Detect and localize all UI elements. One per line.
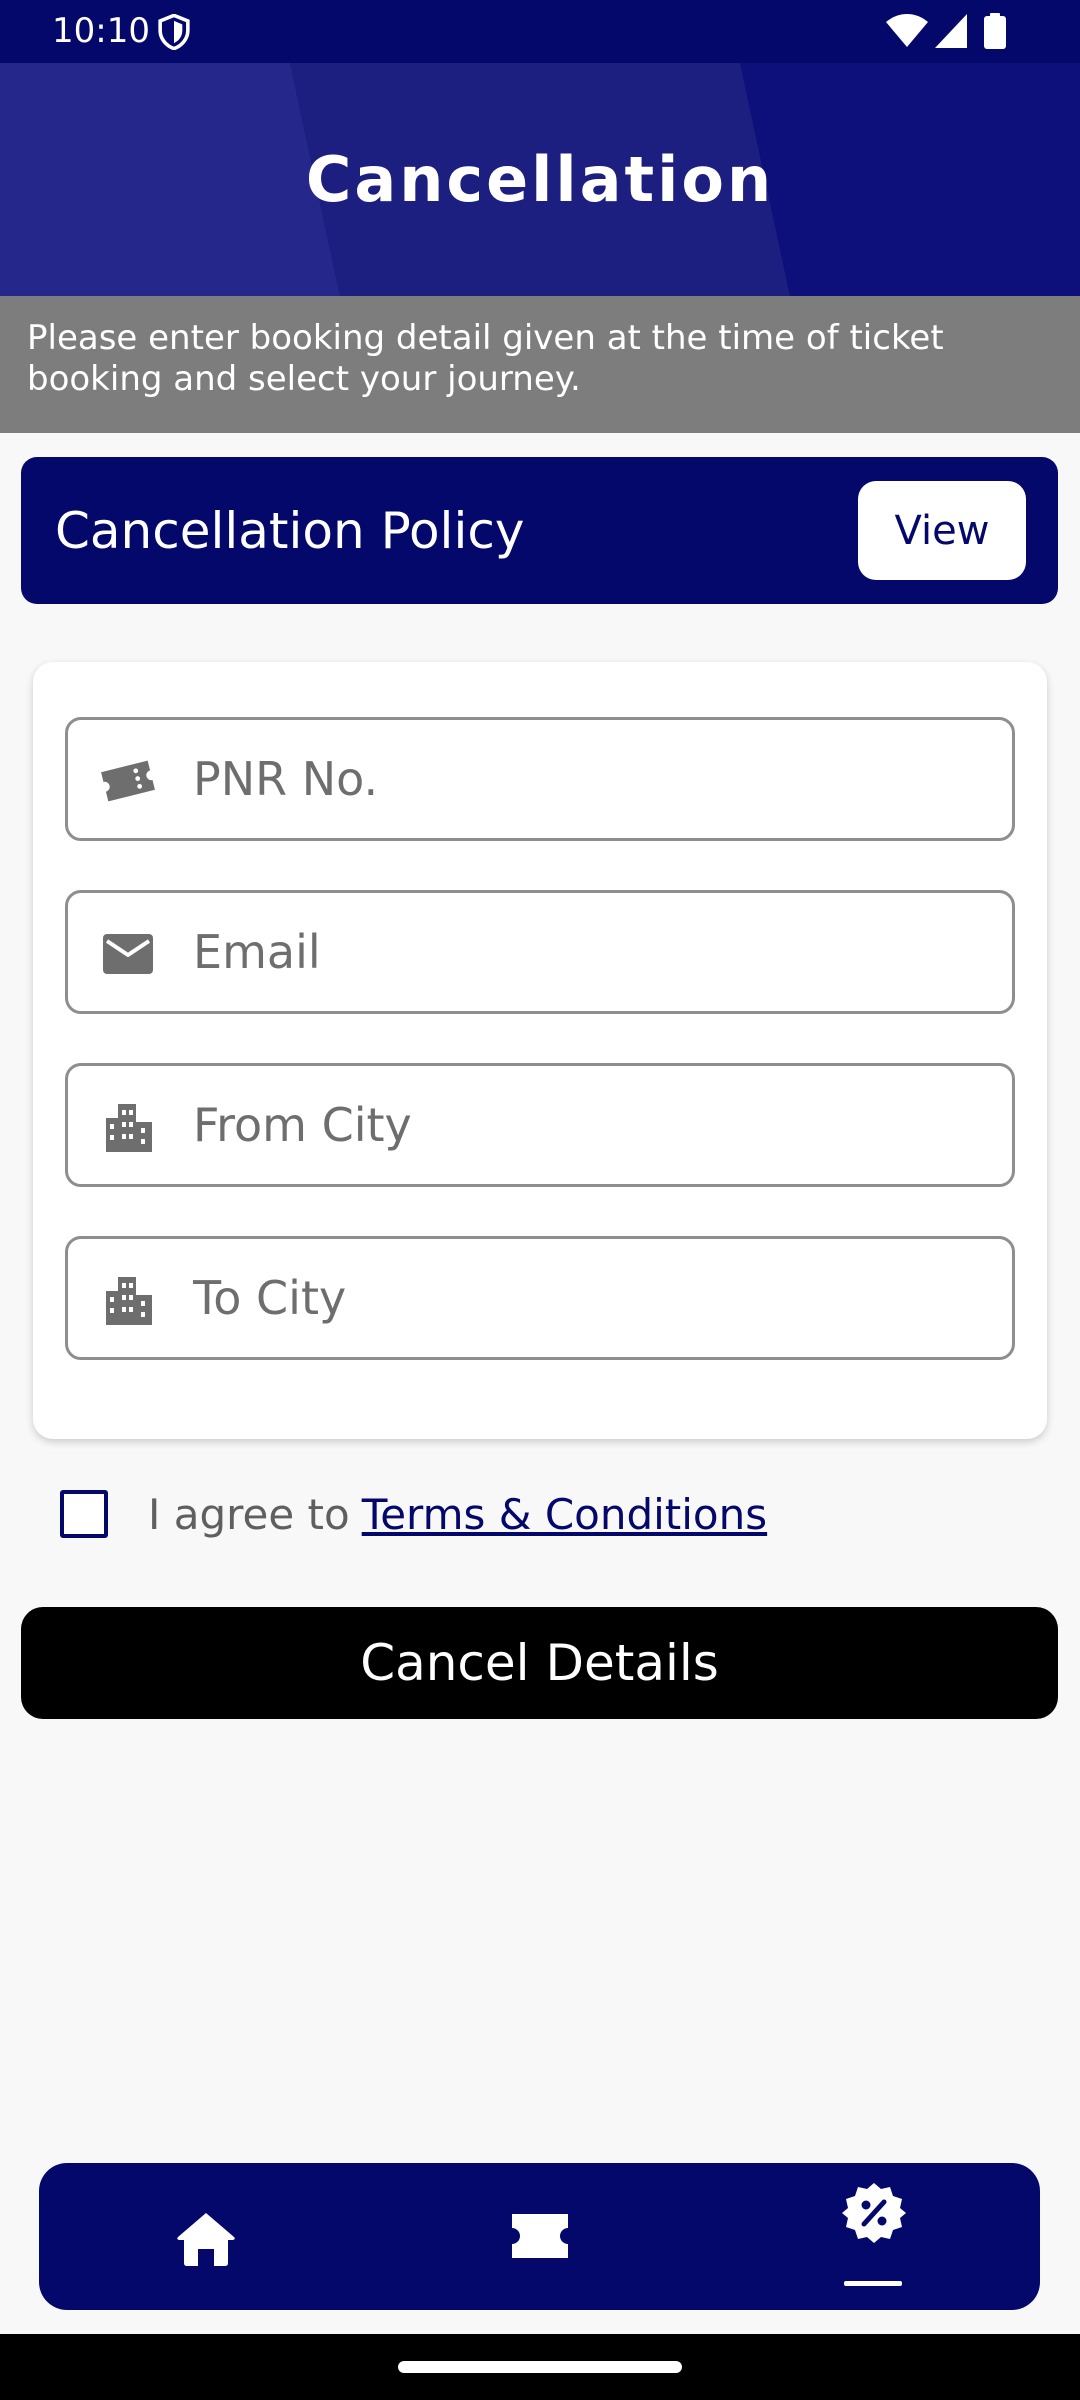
- cancellation-policy-title: Cancellation Policy: [55, 501, 525, 560]
- system-nav-bar: [0, 2334, 1080, 2400]
- to-city-field[interactable]: [65, 1236, 1015, 1360]
- app-header: Cancellation: [0, 63, 1080, 296]
- terms-conditions-link[interactable]: Terms & Conditions: [362, 1490, 767, 1539]
- nav-item-tickets[interactable]: [440, 2163, 640, 2310]
- terms-prefix: I agree to: [148, 1489, 350, 1539]
- nav-item-offers[interactable]: [774, 2163, 974, 2310]
- from-city-input[interactable]: [193, 1066, 993, 1184]
- ticket-icon: [512, 2214, 568, 2258]
- pnr-field[interactable]: [65, 717, 1015, 841]
- active-tab-indicator: [844, 2281, 902, 2286]
- email-field[interactable]: [65, 890, 1015, 1014]
- terms-row: I agree to Terms & Conditions: [60, 1488, 960, 1540]
- status-bar: 10:10: [0, 0, 1080, 63]
- bottom-nav: [39, 2163, 1040, 2310]
- mail-icon: [103, 934, 153, 974]
- shield-icon: [158, 14, 190, 50]
- city-icon: [106, 1104, 152, 1152]
- gesture-handle[interactable]: [398, 2361, 682, 2373]
- pnr-input[interactable]: [193, 720, 993, 838]
- terms-text: I agree to Terms & Conditions: [148, 1488, 767, 1540]
- cancel-details-button[interactable]: Cancel Details: [21, 1607, 1058, 1719]
- info-banner: Please enter booking detail given at the…: [0, 296, 1080, 433]
- ticket-icon: [101, 760, 155, 802]
- signal-icon: [935, 14, 967, 48]
- discount-icon: [842, 2183, 906, 2243]
- to-city-input[interactable]: [193, 1239, 993, 1357]
- wifi-icon: [886, 14, 928, 47]
- cancellation-form: [33, 662, 1047, 1439]
- home-icon: [177, 2213, 235, 2266]
- email-input[interactable]: [193, 893, 993, 1011]
- from-city-field[interactable]: [65, 1063, 1015, 1187]
- nav-item-home[interactable]: [106, 2163, 306, 2310]
- status-time: 10:10: [52, 11, 150, 51]
- city-icon: [106, 1277, 152, 1325]
- battery-icon: [984, 13, 1006, 49]
- page-title: Cancellation: [305, 143, 775, 216]
- terms-checkbox[interactable]: [60, 1490, 108, 1538]
- view-policy-button[interactable]: View: [858, 481, 1026, 580]
- cancellation-policy-bar: Cancellation Policy View: [21, 457, 1058, 604]
